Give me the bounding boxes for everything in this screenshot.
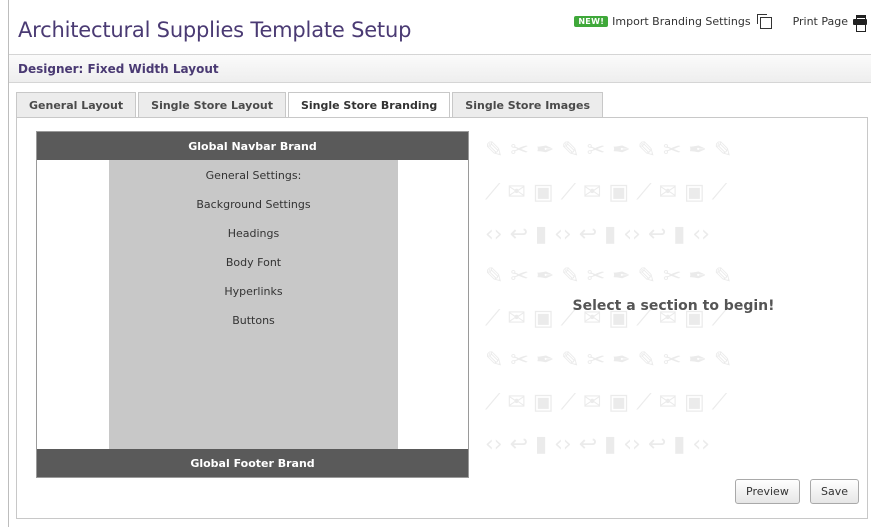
global-footer-brand[interactable]: Global Footer Brand <box>37 449 468 477</box>
designer-label: Designer: Fixed Width Layout <box>18 62 219 76</box>
background-pattern-row: ✎ ✂ ✒ ✎ ✂ ✒ ✎ ✂ ✒ ✎ <box>485 138 733 163</box>
header: Architectural Supplies Template Setup NE… <box>9 0 871 50</box>
page-title: Architectural Supplies Template Setup <box>18 18 412 42</box>
header-actions: NEW! Import Branding Settings Print Page <box>574 14 867 32</box>
general-settings-heading: General Settings: <box>205 169 302 182</box>
tab-bar: General Layout Single Store Layout Singl… <box>16 92 605 118</box>
background-pattern-row: ‹› ↩ ▮ ‹› ↩ ▮ ‹› ↩ ▮ ‹› <box>485 222 710 247</box>
background-pattern-row: ✎ ✂ ✒ ✎ ✂ ✒ ✎ ✂ ✒ ✎ <box>485 348 733 373</box>
select-section-message: Select a section to begin! <box>572 298 775 314</box>
new-badge: NEW! <box>574 15 609 27</box>
import-branding-label: Import Branding Settings <box>612 14 751 28</box>
global-navbar-brand[interactable]: Global Navbar Brand <box>37 132 468 160</box>
copy-icon <box>756 14 772 29</box>
hyperlinks-link[interactable]: Hyperlinks <box>109 277 398 306</box>
body-font-link[interactable]: Body Font <box>109 248 398 277</box>
background-pattern-row: ✎ ✂ ✒ ✎ ✂ ✒ ✎ ✂ ✒ ✎ <box>485 264 733 289</box>
settings-column: General Settings: Background Settings He… <box>109 160 398 449</box>
preview-button[interactable]: Preview <box>735 479 800 504</box>
background-pattern-row: ⟋ ✉ ▣ ⟋ ✉ ▣ ⟋ ✉ ▣ ⟋ <box>485 180 728 205</box>
save-button[interactable]: Save <box>810 479 860 504</box>
tab-single-store-layout[interactable]: Single Store Layout <box>138 92 286 117</box>
layout-preview: Global Navbar Brand General Settings: Ba… <box>36 131 469 478</box>
printer-icon <box>853 14 867 32</box>
background-pattern-row: ⟋ ✉ ▣ ⟋ ✉ ▣ ⟋ ✉ ▣ ⟋ <box>485 390 728 415</box>
background-pattern-row: ‹› ↩ ▮ ‹› ↩ ▮ ‹› ↩ ▮ ‹› <box>485 432 710 457</box>
tab-single-store-branding[interactable]: Single Store Branding <box>287 92 451 118</box>
print-page-link[interactable]: Print Page <box>792 14 867 32</box>
buttons-link[interactable]: Buttons <box>109 306 398 335</box>
import-branding-link[interactable]: Import Branding Settings <box>612 14 772 29</box>
print-page-label: Print Page <box>792 14 848 28</box>
headings-link[interactable]: Headings <box>109 219 398 248</box>
branding-panel: Global Navbar Brand General Settings: Ba… <box>16 117 868 519</box>
editor-canvas: ✎ ✂ ✒ ✎ ✂ ✒ ✎ ✂ ✒ ✎ ⟋ ✉ ▣ ⟋ ✉ ▣ ⟋ ✉ ▣ ⟋ … <box>485 130 862 472</box>
tab-single-store-images[interactable]: Single Store Images <box>452 92 604 117</box>
background-settings-link[interactable]: Background Settings <box>109 190 398 219</box>
tab-general-layout[interactable]: General Layout <box>16 92 137 117</box>
designer-bar: Designer: Fixed Width Layout <box>9 54 871 83</box>
